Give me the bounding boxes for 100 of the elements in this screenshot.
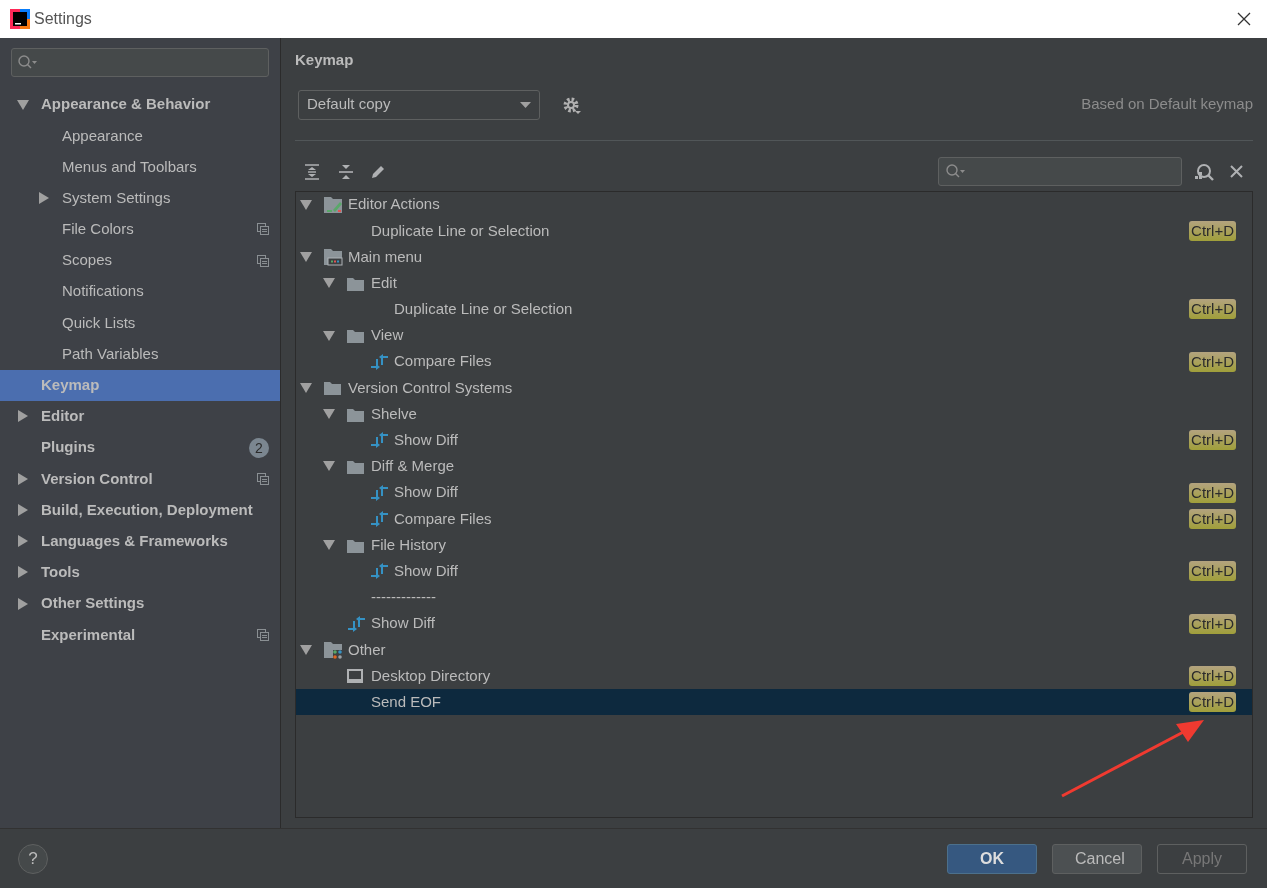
tree-row[interactable]: Main menu xyxy=(296,243,1252,271)
arrows-icon xyxy=(370,483,389,502)
tree-row[interactable]: Show Diff Ctrl+D xyxy=(296,610,1252,637)
shortcut-badge: Ctrl+D xyxy=(1189,561,1236,582)
tree-row[interactable]: Shelve xyxy=(296,401,1252,428)
sidebar-item[interactable]: Plugins 2 xyxy=(0,432,280,464)
sidebar-item[interactable]: Quick Lists xyxy=(0,307,280,339)
tree-row[interactable]: File History xyxy=(296,531,1252,559)
sidebar-item[interactable]: Notifications xyxy=(0,276,280,308)
search-field[interactable] xyxy=(938,157,1182,186)
tree-row[interactable]: View xyxy=(296,322,1252,349)
shortcut-badge: Ctrl+D xyxy=(1189,220,1236,241)
arrows-icon xyxy=(370,562,389,581)
based-on-label: Based on Default keymap xyxy=(1081,94,1253,115)
search-field[interactable] xyxy=(11,48,269,77)
expand-arrow-icon[interactable] xyxy=(17,597,29,610)
shortcut-badge: Ctrl+D xyxy=(1189,351,1236,372)
folder-icon xyxy=(347,406,364,422)
shortcut-badge: Ctrl+D xyxy=(1189,613,1236,634)
folder-icon xyxy=(347,328,364,344)
tree-row[interactable]: Editor Actions xyxy=(296,191,1252,218)
count-badge: 2 xyxy=(249,437,269,458)
shortcut-badge: Ctrl+D xyxy=(1189,299,1236,320)
collapse-arrow-icon[interactable] xyxy=(323,329,335,342)
expand-arrow-icon[interactable] xyxy=(17,535,29,548)
folder-icon xyxy=(347,458,364,474)
collapse-arrow-icon[interactable] xyxy=(17,98,29,111)
expand-arrow-icon[interactable] xyxy=(17,410,29,423)
pencil-icon[interactable] xyxy=(370,163,386,180)
expand-arrow-icon[interactable] xyxy=(17,504,29,517)
tree-row[interactable]: Send EOF Ctrl+D xyxy=(296,689,1252,716)
tree-row[interactable]: Version Control Systems xyxy=(296,374,1252,401)
sidebar-item[interactable]: Experimental xyxy=(0,619,280,651)
tree-row[interactable]: Show Diff Ctrl+D xyxy=(296,558,1252,585)
search-icon xyxy=(946,164,965,178)
folder-pencil-icon xyxy=(324,195,343,214)
folder-icon xyxy=(347,537,364,553)
collapse-arrow-icon[interactable] xyxy=(300,198,312,211)
expand-arrow-icon[interactable] xyxy=(38,192,50,205)
expand-all-icon[interactable] xyxy=(304,163,320,180)
monitor-icon xyxy=(347,667,363,684)
expand-arrow-icon[interactable] xyxy=(17,566,29,579)
expand-arrow-icon[interactable] xyxy=(17,472,29,485)
tree-row[interactable]: Diff & Merge xyxy=(296,453,1252,480)
sidebar-item[interactable]: Version Control xyxy=(0,463,280,495)
tree-row[interactable]: Show Diff Ctrl+D xyxy=(296,479,1252,506)
sidebar-item[interactable]: Build, Execution, Deployment xyxy=(0,494,280,526)
sidebar-item[interactable]: Appearance & Behavior xyxy=(0,89,280,121)
sidebar-item[interactable]: File Colors xyxy=(0,213,280,245)
tree-row[interactable]: Compare Files Ctrl+D xyxy=(296,505,1252,532)
folder-dots-icon xyxy=(324,640,343,659)
tree-row[interactable]: Edit xyxy=(296,270,1252,297)
arrows-icon xyxy=(370,431,389,450)
tree-row[interactable]: Duplicate Line or Selection Ctrl+D xyxy=(296,296,1252,323)
shortcut-badge: Ctrl+D xyxy=(1189,665,1236,686)
shortcut-badge: Ctrl+D xyxy=(1189,430,1236,451)
tree-row[interactable]: ------------- xyxy=(296,584,1252,611)
tree-row[interactable]: Compare Files Ctrl+D xyxy=(296,348,1252,375)
ok-button[interactable]: OK xyxy=(947,843,1037,874)
close-icon[interactable] xyxy=(1237,12,1251,26)
sidebar-item[interactable]: Appearance xyxy=(0,120,280,152)
arrows-icon xyxy=(370,352,389,371)
gear-icon[interactable] xyxy=(562,95,582,114)
sidebar-item[interactable]: Editor xyxy=(0,400,280,433)
collapse-arrow-icon[interactable] xyxy=(323,539,335,552)
sidebar-item[interactable]: Other Settings xyxy=(0,588,280,620)
find-shortcut-icon[interactable] xyxy=(1194,162,1214,181)
collapse-all-icon[interactable] xyxy=(338,163,354,180)
arrows-icon xyxy=(370,509,389,528)
collapse-arrow-icon[interactable] xyxy=(323,460,335,473)
collapse-arrow-icon[interactable] xyxy=(323,408,335,421)
search-icon xyxy=(18,55,37,69)
sidebar-item[interactable]: Path Variables xyxy=(0,338,280,370)
sidebar-item[interactable]: System Settings xyxy=(0,182,280,214)
app-logo xyxy=(10,9,30,29)
tree-row[interactable]: Desktop Directory Ctrl+D xyxy=(296,662,1252,690)
arrows-icon xyxy=(347,614,366,633)
page-title: Keymap xyxy=(295,50,355,70)
keymap-dropdown[interactable]: Default copy xyxy=(298,89,540,120)
shortcut-badge: Ctrl+D xyxy=(1189,482,1236,503)
folder-menu-icon xyxy=(324,247,343,266)
collapse-arrow-icon[interactable] xyxy=(300,381,312,394)
collapse-arrow-icon[interactable] xyxy=(323,277,335,290)
collapse-arrow-icon[interactable] xyxy=(300,250,312,263)
shortcut-badge: Ctrl+D xyxy=(1189,508,1236,529)
folder-icon xyxy=(347,275,364,291)
sidebar-item[interactable]: Scopes xyxy=(0,244,280,277)
tree-row[interactable]: Show Diff Ctrl+D xyxy=(296,427,1252,454)
sidebar-item[interactable]: Languages & Frameworks xyxy=(0,525,280,557)
tree-row[interactable]: Other xyxy=(296,636,1252,663)
folder-icon xyxy=(324,380,341,396)
help-button[interactable]: ? xyxy=(18,843,48,874)
dialog-button[interactable]: Cancel xyxy=(1052,843,1142,874)
shortcut-badge: Ctrl+D xyxy=(1189,692,1236,713)
window-title: Settings xyxy=(34,9,92,29)
collapse-arrow-icon[interactable] xyxy=(300,643,312,656)
caret-icon xyxy=(520,101,531,108)
sidebar-item[interactable]: Tools xyxy=(0,556,280,588)
sidebar-item[interactable]: Menus and Toolbars xyxy=(0,151,280,183)
tree-row[interactable]: Duplicate Line or Selection Ctrl+D xyxy=(296,217,1252,244)
